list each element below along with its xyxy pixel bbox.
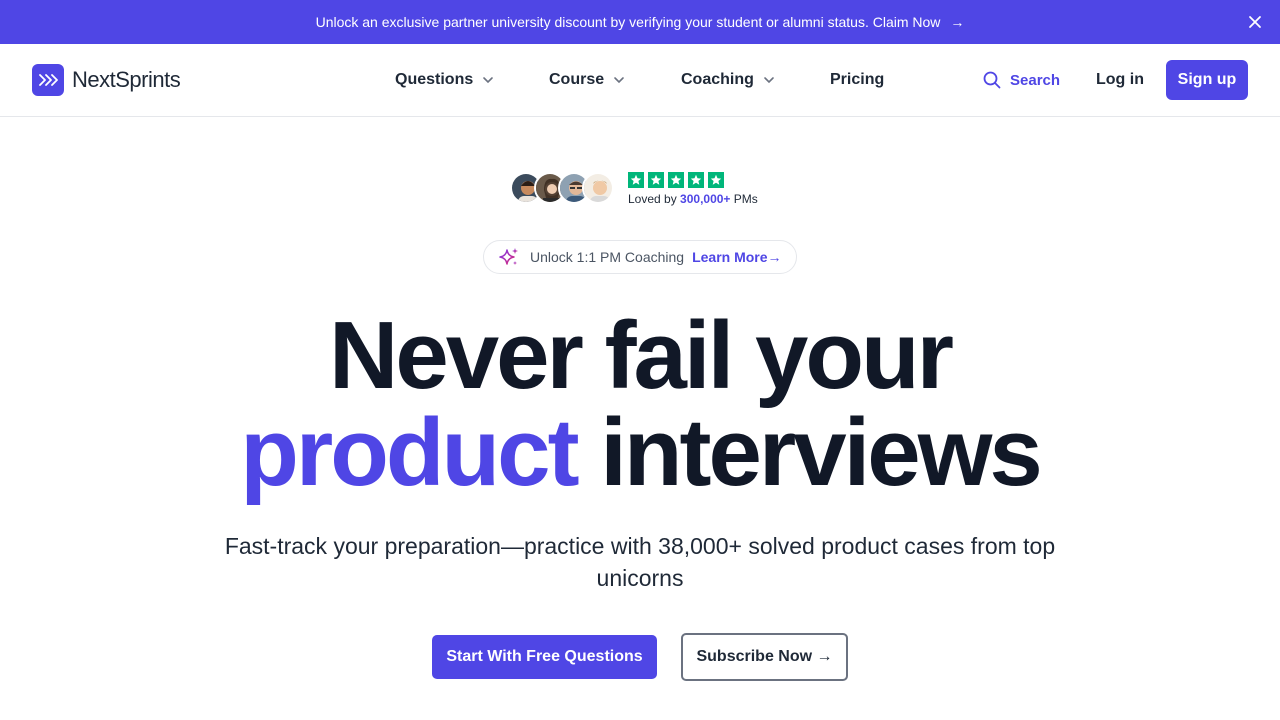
chevron-down-icon xyxy=(483,77,494,84)
promo-banner: Unlock an exclusive partner university d… xyxy=(0,0,1280,44)
chevron-down-icon xyxy=(614,77,624,84)
pill-text: Unlock 1:1 PM Coaching xyxy=(530,249,685,265)
loved-prefix: Loved by xyxy=(628,192,677,206)
promo-banner-link[interactable]: Unlock an exclusive partner university d… xyxy=(316,14,965,30)
hero-headline-line1: Never fail your xyxy=(329,302,954,409)
brand-name: NextSprints xyxy=(72,67,181,92)
hero-headline-rest: interviews xyxy=(600,399,1043,506)
login-button[interactable]: Log in xyxy=(1096,71,1144,89)
search-button[interactable]: Search xyxy=(983,71,1060,89)
logo-chevrons-icon xyxy=(32,64,64,96)
coaching-pill[interactable]: Unlock 1:1 PM Coaching Learn More→ xyxy=(483,240,797,274)
loved-suffix: PMs xyxy=(733,192,758,206)
subscribe-now-button[interactable]: Subscribe Now → xyxy=(681,633,848,681)
learn-more-link[interactable]: Learn More→ xyxy=(692,249,781,265)
signup-button[interactable]: Sign up xyxy=(1166,60,1248,100)
sparkles-icon xyxy=(499,248,518,265)
trustpilot-stars xyxy=(628,172,758,188)
star-icon xyxy=(628,172,644,188)
nav-item-pricing[interactable]: Pricing xyxy=(830,71,884,89)
star-icon xyxy=(708,172,724,188)
search-label: Search xyxy=(1010,71,1061,89)
nav-item-label: Coaching xyxy=(681,71,754,88)
nav-item-label: Course xyxy=(549,71,605,88)
avatar xyxy=(582,172,614,204)
nav-item-course[interactable]: Course xyxy=(549,71,626,89)
hero-subtitle: Fast-track your preparation—practice wit… xyxy=(224,533,1056,591)
star-icon xyxy=(648,172,664,188)
start-free-questions-button[interactable]: Start With Free Questions xyxy=(432,635,657,679)
social-proof: Loved by 300,000+ PMs xyxy=(510,172,758,206)
nav-item-label: Questions xyxy=(395,71,474,88)
search-icon xyxy=(983,71,1001,89)
loved-count: 300,000+ xyxy=(680,192,731,206)
hero-headline-line2: product interviews xyxy=(0,405,1280,501)
loved-by-text: Loved by 300,000+ PMs xyxy=(628,192,758,206)
nav-item-questions[interactable]: Questions xyxy=(395,71,495,89)
nav-item-coaching[interactable]: Coaching xyxy=(681,71,776,89)
nav-item-label: Pricing xyxy=(830,71,885,88)
rating-block: Loved by 300,000+ PMs xyxy=(628,172,758,206)
arrow-right-icon: → xyxy=(950,14,965,30)
brand-logo[interactable]: NextSprints xyxy=(32,64,181,96)
star-icon xyxy=(668,172,684,188)
hero-headline-accent: product xyxy=(240,399,579,506)
chevron-down-icon xyxy=(764,77,774,84)
close-icon[interactable] xyxy=(1246,13,1264,31)
star-icon xyxy=(688,172,704,188)
top-navigation: NextSprints Questions Course Coaching Pr… xyxy=(0,44,1280,117)
promo-banner-text: Unlock an exclusive partner university d… xyxy=(315,14,941,30)
avatar-stack xyxy=(510,172,616,206)
